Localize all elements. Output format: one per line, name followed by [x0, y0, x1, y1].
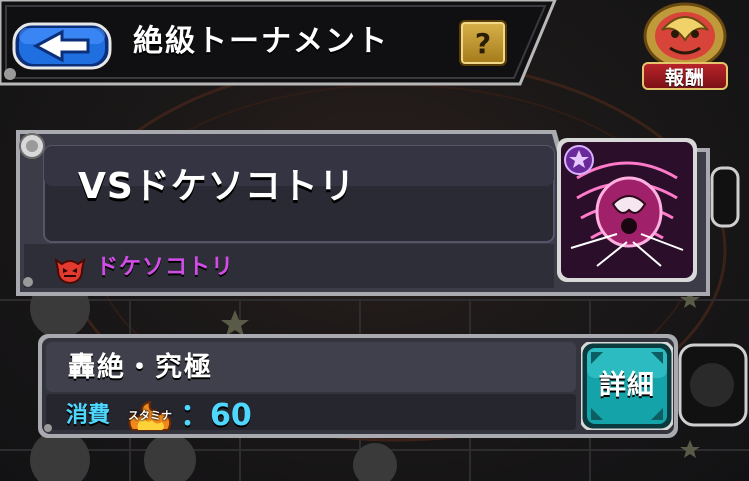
detail-button-label: 詳細 — [599, 370, 655, 401]
detail-button[interactable]: 詳細 — [581, 342, 673, 430]
back-arrow-icon — [12, 22, 112, 70]
help-button[interactable]: ? — [459, 20, 507, 66]
boss-portrait-image — [557, 138, 697, 282]
reward-button[interactable]: 報酬 — [630, 0, 740, 96]
side-chain-knob-top — [710, 166, 740, 228]
stamina-icon: スタミナ — [124, 400, 176, 432]
reward-label: 報酬 — [642, 62, 728, 90]
difficulty-card[interactable]: 轟絶・究極 消費 スタミナ ：60 詳細 — [38, 334, 678, 438]
stamina-icon-text: スタミナ — [128, 409, 172, 422]
stamina-cost-label: 消費 — [66, 403, 111, 428]
back-button[interactable] — [12, 22, 112, 70]
header-bar: 絶級トーナメント ? — [0, 0, 560, 86]
quest-card[interactable]: VSドケソコトリ ドケソコトリ — [16, 130, 710, 296]
quest-title: VSドケソコトリ — [78, 166, 356, 207]
demon-element-icon — [54, 257, 86, 284]
stamina-cost-value: ：60 — [180, 398, 252, 433]
difficulty-label: 轟絶・究極 — [68, 352, 213, 383]
boss-name: ドケソコトリ — [96, 255, 235, 280]
page-title: 絶級トーナメント — [133, 24, 389, 59]
boss-portrait[interactable] — [557, 138, 697, 282]
